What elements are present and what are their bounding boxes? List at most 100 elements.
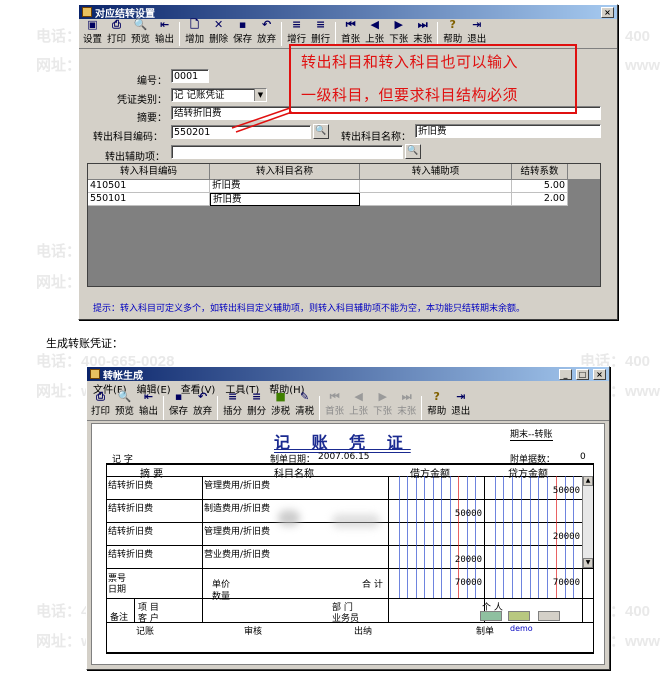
digit-gridline xyxy=(529,476,531,598)
entry-account[interactable]: 营业费用/折旧费 xyxy=(204,547,270,560)
export-button[interactable]: ⇤ 输出 xyxy=(137,391,160,418)
digit-gridline xyxy=(398,476,400,598)
help-button[interactable]: ? 帮助 xyxy=(425,391,448,418)
grid-cell-code[interactable]: 550101 xyxy=(88,193,210,206)
attach-count[interactable]: 0 xyxy=(580,452,586,462)
entry-summary[interactable]: 结转折旧费 xyxy=(108,501,153,514)
grid-cell-code[interactable]: 410501 xyxy=(88,180,210,193)
vertical-scrollbar[interactable]: ▲ ▼ xyxy=(582,476,593,568)
grid-cell-aux[interactable] xyxy=(360,180,512,193)
add-row-button[interactable]: ≡ 增行 xyxy=(285,18,308,46)
entry-account[interactable]: 管理费用/折旧费 xyxy=(204,478,270,491)
clear-tax-button[interactable]: ✎ 清税 xyxy=(293,391,316,418)
delete-icon: ✕ xyxy=(213,18,224,31)
previous-button[interactable]: ◀ 上张 xyxy=(363,18,386,46)
close-button[interactable]: × xyxy=(601,6,614,18)
entry-summary[interactable]: 结转折旧费 xyxy=(108,524,153,537)
chevron-down-icon[interactable]: ▼ xyxy=(254,89,266,101)
out-code-field[interactable]: 550201 xyxy=(171,125,311,139)
grid-cell-ratio[interactable]: 5.00 xyxy=(512,180,568,193)
entry-summary[interactable]: 结转折旧费 xyxy=(108,478,153,491)
last-icon: ⏭ xyxy=(401,390,412,403)
discard-button[interactable]: ↶ 放弃 xyxy=(191,391,214,418)
last-icon: ⏭ xyxy=(417,18,428,31)
first-button[interactable]: ⏮ 首张 xyxy=(339,18,362,46)
maximize-button[interactable]: □ xyxy=(576,368,589,380)
entry-credit[interactable]: 20000 xyxy=(532,532,580,542)
print-button[interactable]: ⎙ 打印 xyxy=(105,18,128,46)
save-button[interactable]: ▪ 保存 xyxy=(167,390,190,418)
out-aux-label: 转出辅助项： xyxy=(105,152,165,163)
voucher-date[interactable]: 2007.06.15 xyxy=(318,452,370,462)
save-icon: ▪ xyxy=(238,18,247,31)
voucher-type-select[interactable]: 记 记账凭证 ▼ xyxy=(171,88,267,102)
grid-header-aux[interactable]: 转入辅助项 xyxy=(360,164,512,180)
entry-debit[interactable]: 50000 xyxy=(436,509,482,519)
preview-button[interactable]: 🔍 预览 xyxy=(113,391,136,418)
title-bar: 对应结转设置 × xyxy=(79,5,617,20)
entry-account[interactable]: 管理费用/折旧费 xyxy=(204,524,270,537)
maker-name: demo xyxy=(510,624,533,633)
out-aux-search-button[interactable]: 🔍 xyxy=(405,144,421,159)
last-button[interactable]: ⏭ 末张 xyxy=(411,18,434,46)
entry-credit[interactable]: 50000 xyxy=(532,486,580,496)
close-button[interactable]: × xyxy=(593,368,606,380)
exit-button[interactable]: ⇥ 退出 xyxy=(465,18,488,46)
save-icon: ▪ xyxy=(174,390,183,403)
preview-button[interactable]: 🔍 预览 xyxy=(129,18,152,46)
scroll-up-icon[interactable]: ▲ xyxy=(583,476,593,486)
last-button[interactable]: ⏭ 末张 xyxy=(395,390,418,418)
previous-icon: ◀ xyxy=(370,18,379,31)
setup-button[interactable]: ▣ 设置 xyxy=(81,18,104,46)
first-button[interactable]: ⏮ 首张 xyxy=(323,390,346,418)
print-button[interactable]: ⎙ 打印 xyxy=(89,391,112,418)
previous-button[interactable]: ◀ 上张 xyxy=(347,391,370,418)
discard-button[interactable]: ↶ 放弃 xyxy=(255,18,278,46)
grid-header-name[interactable]: 转入科目名称 xyxy=(210,164,360,180)
grid-header-code[interactable]: 转入科目编码 xyxy=(88,164,210,180)
insert-entry-button[interactable]: ≡ 插分 xyxy=(221,391,244,418)
entry-account[interactable]: 制造费用/折旧费 xyxy=(204,501,270,514)
scroll-down-icon[interactable]: ▼ xyxy=(583,558,593,568)
search-icon: 🔍 xyxy=(315,126,327,136)
next-icon: ▶ xyxy=(394,18,403,31)
save-button[interactable]: ▪ 保存 xyxy=(231,18,254,46)
next-button[interactable]: ▶ 下张 xyxy=(371,391,394,418)
digit-gridline xyxy=(512,476,514,598)
next-button[interactable]: ▶ 下张 xyxy=(387,18,410,46)
entry-debit[interactable]: 20000 xyxy=(436,555,482,565)
status-indicator xyxy=(508,611,530,621)
export-button[interactable]: ⇤ 输出 xyxy=(153,18,176,46)
entry-summary[interactable]: 结转折旧费 xyxy=(108,547,153,560)
toolbar-separator xyxy=(179,21,181,46)
voucher-type-label: 凭证类别： xyxy=(117,95,167,106)
window-title: 转帐生成 xyxy=(103,370,143,382)
maker-label: 制单 xyxy=(476,627,495,637)
grid-cell-aux[interactable] xyxy=(360,193,512,206)
section-caption: 生成转账凭证： xyxy=(46,337,123,350)
delete-row-button[interactable]: ≡ 删行 xyxy=(309,18,332,46)
first-icon: ⏮ xyxy=(329,390,340,403)
toolbar-separator xyxy=(421,395,423,420)
grid-header-ratio[interactable]: 结转系数 xyxy=(512,164,568,180)
out-aux-field[interactable] xyxy=(171,145,403,159)
out-code-search-button[interactable]: 🔍 xyxy=(313,124,329,139)
add-button[interactable]: 🗋 增加 xyxy=(183,18,206,46)
customer-label: 客 户 xyxy=(138,614,159,624)
exit-icon: ⇥ xyxy=(456,390,466,403)
minimize-button[interactable]: _ xyxy=(559,368,572,380)
grid-cell-name[interactable]: 折旧费 xyxy=(210,193,360,206)
tax-button[interactable]: ■ 涉税 xyxy=(269,391,292,418)
help-button[interactable]: ? 帮助 xyxy=(441,18,464,46)
number-field[interactable]: 0001 xyxy=(171,69,209,83)
toolbar-separator xyxy=(335,21,337,46)
redacted-area xyxy=(278,510,300,526)
export-icon: ⇤ xyxy=(159,18,170,31)
toolbar-separator xyxy=(217,395,219,420)
delete-button[interactable]: ✕ 删除 xyxy=(207,18,230,46)
delete-entry-button[interactable]: ≡ 删分 xyxy=(245,391,268,418)
exit-button[interactable]: ⇥ 退出 xyxy=(449,390,472,418)
grid-cell-ratio[interactable]: 2.00 xyxy=(512,193,568,206)
grid-cell-name[interactable]: 折旧费 xyxy=(210,180,360,193)
out-name-field[interactable]: 折旧费 xyxy=(415,124,601,138)
